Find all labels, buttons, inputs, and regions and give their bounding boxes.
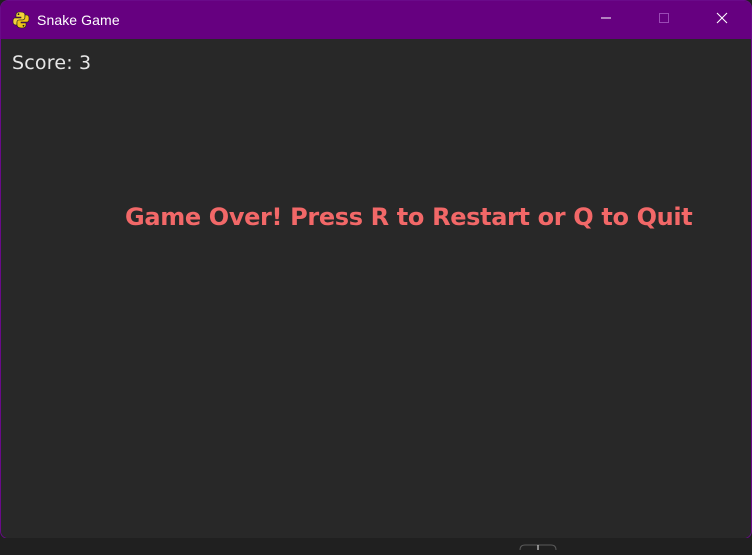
window-title: Snake Game — [37, 12, 120, 28]
caption-buttons — [577, 1, 751, 39]
minimize-button[interactable] — [577, 1, 635, 39]
maximize-icon — [658, 11, 670, 29]
game-over-message: Game Over! Press R to Restart or Q to Qu… — [125, 203, 693, 231]
desktop-background — [0, 538, 752, 544]
close-icon — [716, 11, 728, 29]
title-bar[interactable]: Snake Game — [1, 1, 751, 39]
game-window: Snake Game Score: 3 Game Over! Press R t… — [0, 0, 752, 539]
game-canvas[interactable]: Score: 3 Game Over! Press R to Restart o… — [1, 39, 751, 538]
maximize-button[interactable] — [635, 1, 693, 39]
python-snake-icon — [12, 11, 30, 29]
minimize-icon — [600, 11, 612, 29]
taskbar-edge-icon — [519, 537, 557, 551]
close-button[interactable] — [693, 1, 751, 39]
score-label: Score: 3 — [12, 52, 92, 74]
